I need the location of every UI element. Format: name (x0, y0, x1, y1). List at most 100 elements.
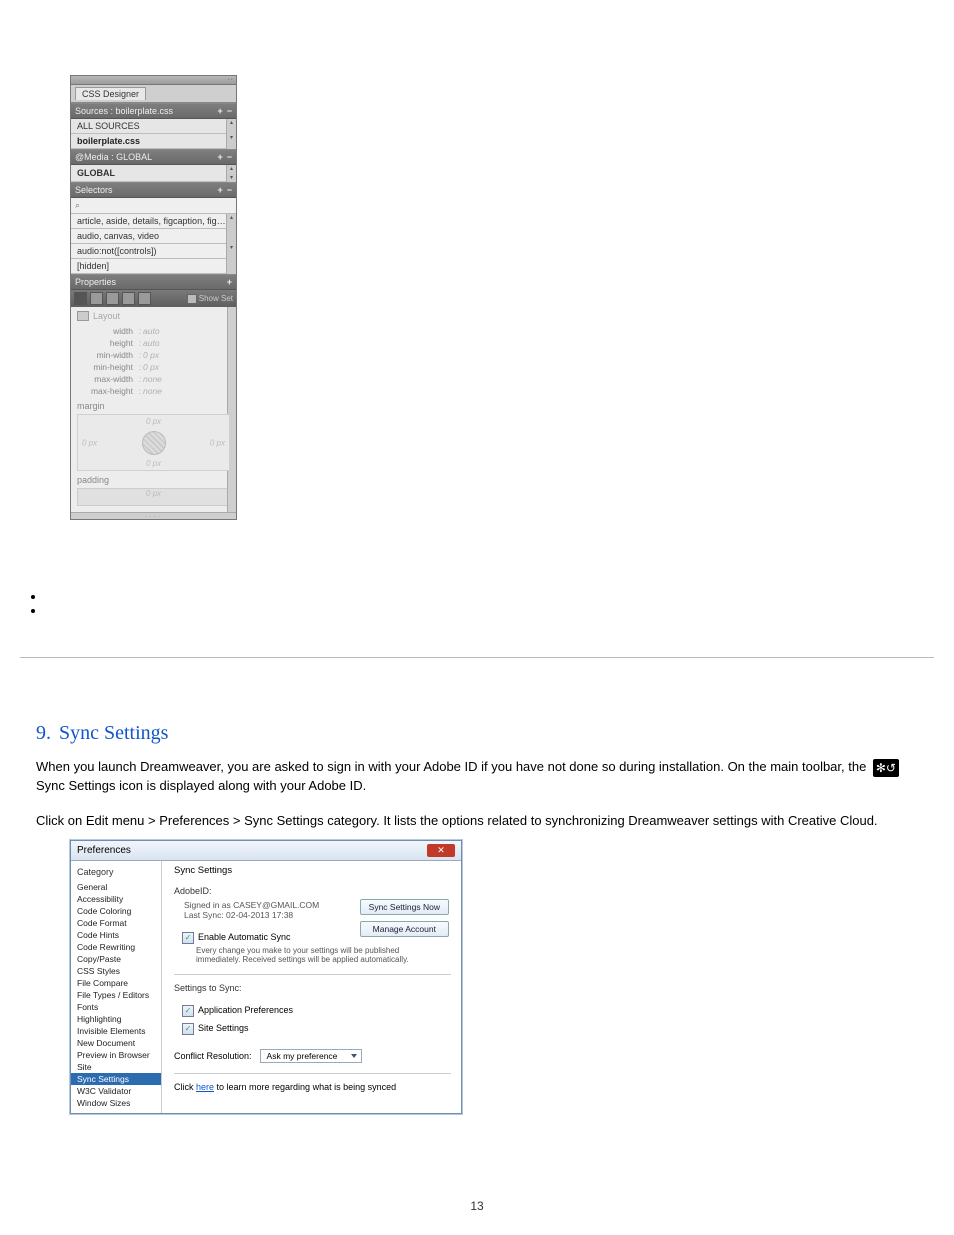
selector-item[interactable]: [hidden] (71, 259, 236, 274)
category-item[interactable]: File Compare (71, 977, 161, 989)
manage-account-button[interactable]: Manage Account (360, 921, 449, 937)
category-item[interactable]: New Document (71, 1037, 161, 1049)
chevron-down-icon (351, 1054, 357, 1058)
prop-row[interactable]: max-width:none (77, 373, 230, 385)
category-item[interactable]: Accessibility (71, 893, 161, 905)
prop-row[interactable]: width:auto (77, 325, 230, 337)
margin-box-model[interactable]: 0 px 0 px 0 px 0 px (77, 414, 230, 471)
settings-pane: Sync Settings AdobeID: Signed in as CASE… (162, 861, 461, 1113)
margin-label: margin (77, 401, 230, 411)
others-category-icon[interactable] (138, 292, 151, 305)
category-item[interactable]: Site (71, 1061, 161, 1073)
selectors-scrollbar[interactable]: ▴▾ (226, 214, 236, 274)
dialog-title: Preferences (77, 845, 131, 856)
close-icon[interactable]: ✕ (427, 844, 455, 857)
category-item[interactable]: Sync Settings (71, 1073, 161, 1085)
selector-item[interactable]: audio:not([controls]) (71, 244, 236, 259)
background-category-icon[interactable] (122, 292, 135, 305)
margin-left-value[interactable]: 0 px (82, 438, 97, 447)
section-divider (20, 657, 934, 658)
panel-resize-grip[interactable]: ···· (71, 512, 236, 519)
layout-section-label: Layout (93, 311, 120, 321)
prop-row[interactable]: min-height:0 px (77, 361, 230, 373)
layout-category-icon[interactable] (74, 292, 87, 305)
padding-top-value[interactable]: 0 px (146, 489, 161, 498)
media-scrollbar[interactable]: ▴▾ (226, 165, 236, 182)
enable-auto-sync-label: Enable Automatic Sync (198, 932, 291, 942)
media-add-icon[interactable]: + (217, 152, 222, 162)
page-number: 13 (0, 1199, 954, 1213)
sources-remove-icon[interactable]: − (227, 106, 232, 116)
conflict-resolution-dropdown[interactable]: Ask my preference (260, 1049, 362, 1063)
site-settings-checkbox[interactable]: ✓ (182, 1023, 194, 1035)
learn-more-link[interactable]: here (196, 1082, 214, 1092)
selectors-header-label: Selectors (75, 185, 113, 195)
layout-section-title: Layout (77, 311, 230, 321)
selector-item[interactable]: article, aside, details, figcaption, fig… (71, 214, 236, 229)
category-item[interactable]: Code Format (71, 917, 161, 929)
learn-more-suffix: to learn more regarding what is being sy… (214, 1082, 396, 1092)
selectors-search-input[interactable]: ⌕ (71, 198, 236, 214)
media-item-global[interactable]: GLOBAL (71, 165, 236, 182)
para-text: When you launch Dreamweaver, you are ask… (36, 759, 870, 774)
css-designer-panel: ·· CSS Designer Sources : boilerplate.cs… (70, 75, 237, 520)
category-item[interactable]: Copy/Paste (71, 953, 161, 965)
section-heading: 9. Sync Settings (36, 722, 916, 745)
properties-scrollbar[interactable] (227, 307, 236, 512)
padding-label: padding (77, 475, 230, 485)
selectors-add-icon[interactable]: + (217, 185, 222, 195)
category-item[interactable]: General (71, 881, 161, 893)
category-item[interactable]: Preview in Browser (71, 1049, 161, 1061)
category-item[interactable]: Fonts (71, 1001, 161, 1013)
heading-text: Sync Settings (59, 722, 168, 744)
sources-add-icon[interactable]: + (217, 106, 222, 116)
properties-header-label: Properties (75, 277, 116, 287)
panel-drag-handle[interactable]: ·· (71, 76, 236, 85)
learn-more-prefix: Click (174, 1082, 196, 1092)
margin-bottom-value[interactable]: 0 px (146, 459, 161, 468)
category-item[interactable]: Code Rewriting (71, 941, 161, 953)
sources-item-boilerplate[interactable]: boilerplate.css (71, 134, 236, 149)
category-item[interactable]: Invisible Elements (71, 1025, 161, 1037)
divider (174, 1073, 451, 1074)
show-set-checkbox[interactable] (187, 294, 197, 304)
properties-body: Layout width:auto height:auto min-width:… (71, 307, 236, 512)
category-item[interactable]: Highlighting (71, 1013, 161, 1025)
selector-item[interactable]: audio, canvas, video (71, 229, 236, 244)
app-prefs-checkbox[interactable]: ✓ (182, 1005, 194, 1017)
prop-row[interactable]: max-height:none (77, 385, 230, 397)
dialog-title-bar[interactable]: Preferences ✕ (71, 841, 461, 861)
media-header-label: @Media : GLOBAL (75, 152, 152, 162)
category-item[interactable]: Window Sizes (71, 1097, 161, 1109)
category-list: Category GeneralAccessibilityCode Colori… (71, 861, 162, 1113)
selectors-remove-icon[interactable]: − (227, 185, 232, 195)
sources-header: Sources : boilerplate.css + − (71, 103, 236, 119)
text-category-icon[interactable] (90, 292, 103, 305)
category-item[interactable]: W3C Validator (71, 1085, 161, 1097)
prop-row[interactable]: min-width:0 px (77, 349, 230, 361)
media-header: @Media : GLOBAL + − (71, 149, 236, 165)
prop-row[interactable]: height:auto (77, 337, 230, 349)
enable-auto-sync-checkbox[interactable]: ✓ (182, 932, 194, 944)
category-item[interactable]: File Types / Editors (71, 989, 161, 1001)
category-item[interactable]: Code Coloring (71, 905, 161, 917)
margin-right-value[interactable]: 0 px (210, 438, 225, 447)
tab-css-designer[interactable]: CSS Designer (75, 87, 146, 100)
properties-header: Properties + (71, 274, 236, 290)
heading-number: 9. (36, 722, 51, 744)
border-category-icon[interactable] (106, 292, 119, 305)
layout-section-icon (77, 311, 89, 321)
show-set-label: Show Set (199, 294, 233, 303)
media-remove-icon[interactable]: − (227, 152, 232, 162)
para-text: Sync Settings icon is displayed along wi… (36, 778, 366, 793)
margin-top-value[interactable]: 0 px (146, 417, 161, 426)
sources-item-all[interactable]: ALL SOURCES (71, 119, 236, 134)
padding-box-model[interactable]: 0 px (77, 488, 230, 506)
category-item[interactable]: CSS Styles (71, 965, 161, 977)
properties-add-icon[interactable]: + (227, 277, 232, 287)
sync-now-button[interactable]: Sync Settings Now (360, 899, 449, 915)
empty-bullet-list (28, 589, 46, 617)
sources-scrollbar[interactable]: ▴▾ (226, 119, 236, 149)
category-item[interactable]: Code Hints (71, 929, 161, 941)
learn-more-line: Click here to learn more regarding what … (174, 1082, 451, 1092)
